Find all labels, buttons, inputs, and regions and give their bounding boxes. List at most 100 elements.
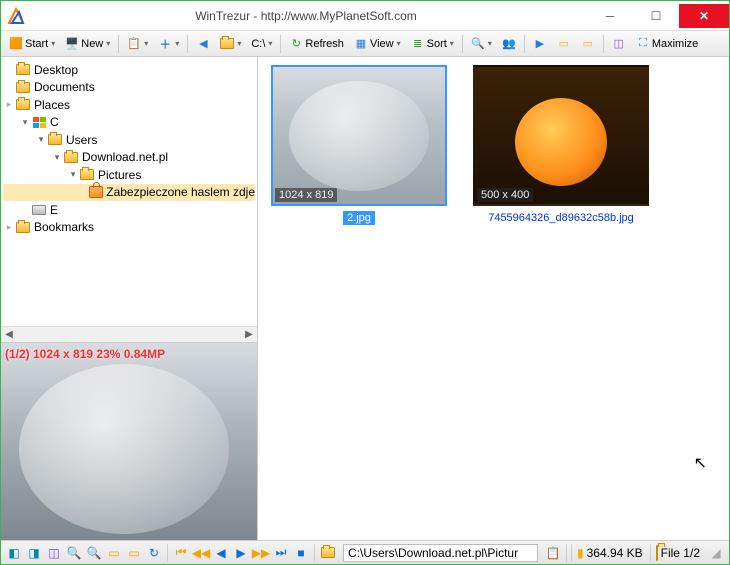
sb-fwd[interactable]: ▶	[232, 544, 250, 562]
thumbnail-image: 500 x 400	[473, 65, 649, 206]
tree-node[interactable]: ▸Places	[3, 96, 255, 114]
sb-zoom-out[interactable]: 🔍	[85, 544, 103, 562]
sb-stop[interactable]: ■	[292, 544, 310, 562]
twisty-icon[interactable]: ▾	[67, 169, 79, 180]
window: WinTrezur - http://www.MyPlanetSoft.com …	[0, 0, 730, 565]
tree-label: Documents	[34, 80, 95, 94]
thumbnail-name: 2.jpg	[343, 211, 375, 225]
tree-hscroll[interactable]: ◀ ▶	[1, 326, 257, 342]
separator	[314, 544, 315, 562]
scroll-right-icon[interactable]: ▶	[241, 327, 257, 343]
scroll-track[interactable]	[17, 329, 241, 341]
add-icon: ＋	[158, 37, 172, 51]
folder-icon	[15, 220, 31, 234]
thumbnail[interactable]: 500 x 4007455964326_d89632c58b.jpg	[468, 65, 654, 225]
drive-label: C:\	[251, 38, 265, 50]
twisty-icon[interactable]: ▾	[19, 117, 31, 128]
preview-image	[1, 343, 257, 540]
titlebar: WinTrezur - http://www.MyPlanetSoft.com	[1, 1, 729, 31]
resize-grip-icon[interactable]: ◢	[707, 544, 725, 562]
preview-overlay: (1/2) 1024 x 819 23% 0.84MP	[5, 347, 165, 361]
sb-btn3[interactable]: ◫	[45, 544, 63, 562]
tree-node[interactable]: Desktop	[3, 61, 255, 79]
sb-first[interactable]: ⏮	[172, 544, 190, 562]
manage-button[interactable]: 👥	[498, 34, 520, 54]
sb-rotate[interactable]: ↻	[145, 544, 163, 562]
path-text: C:\Users\Download.net.pl\Pictur	[348, 546, 518, 560]
thumbnail-image: 1024 x 819	[271, 65, 447, 206]
body: Desktop Documents ▸Places▾C▾Users▾Download…	[1, 57, 729, 540]
new-icon: 🖥️	[65, 37, 79, 51]
minimize-button[interactable]	[587, 4, 633, 28]
maximize-label: Maximize	[652, 38, 698, 50]
start-button[interactable]: 🟧Start▾	[5, 34, 59, 54]
folder-icon	[63, 150, 79, 164]
view-button[interactable]: ▦View▾	[350, 34, 405, 54]
tree-node[interactable]: ▾Download.net.pl	[3, 149, 255, 167]
twisty-icon[interactable]: ▾	[35, 134, 47, 145]
tree-node[interactable]: E	[3, 201, 255, 219]
thumbnail-pane[interactable]: 1024 x 819 2.jpg 500 x 4007455964326_d8963…	[258, 57, 729, 540]
window-controls	[587, 4, 729, 28]
sb-fit2[interactable]: ▭	[125, 544, 143, 562]
folder-icon	[47, 133, 63, 147]
twisty-icon[interactable]: ▸	[3, 222, 15, 233]
fullscreen2-button[interactable]: ▭	[577, 34, 599, 54]
sb-btn1[interactable]: ◧	[5, 544, 23, 562]
path-box[interactable]: C:\Users\Download.net.pl\Pictur	[343, 544, 538, 562]
up-button[interactable]: ▾	[216, 34, 245, 54]
zoom-button[interactable]: 🔍▾	[467, 34, 496, 54]
panel-button[interactable]: ◫	[608, 34, 630, 54]
folder-tree[interactable]: Desktop Documents ▸Places▾C▾Users▾Download…	[1, 57, 257, 326]
twisty-icon[interactable]: ▾	[51, 152, 63, 163]
thumbnail[interactable]: 1024 x 819 2.jpg	[266, 65, 452, 225]
tree-node[interactable]: Zabezpieczone haslem zdje	[3, 184, 255, 202]
back-icon: ◀	[196, 37, 210, 51]
sort-button[interactable]: ≣Sort▾	[407, 34, 458, 54]
sb-path-icon	[319, 544, 337, 562]
tree-node[interactable]: ▸Bookmarks	[3, 219, 255, 237]
separator	[566, 544, 567, 562]
tree-label: Zabezpieczone haslem zdje	[106, 185, 255, 199]
tree-node[interactable]: ▾C	[3, 114, 255, 132]
tree-label: Pictures	[98, 168, 141, 182]
sb-back[interactable]: ◀	[212, 544, 230, 562]
separator	[118, 35, 119, 53]
folder-icon	[79, 168, 95, 182]
drive-select[interactable]: C:\▾	[247, 34, 276, 54]
count-icon	[656, 546, 658, 560]
zoom-icon: 🔍	[471, 37, 485, 51]
new-button[interactable]: 🖥️New▾	[61, 34, 114, 54]
sb-prev[interactable]: ◀◀	[192, 544, 210, 562]
scroll-left-icon[interactable]: ◀	[1, 327, 17, 343]
maximize-button[interactable]: ⛶Maximize	[632, 34, 702, 54]
sb-next[interactable]: ▶▶	[252, 544, 270, 562]
sb-btn2[interactable]: ◨	[25, 544, 43, 562]
sb-fit[interactable]: ▭	[105, 544, 123, 562]
refresh-label: Refresh	[305, 38, 344, 50]
sb-copy-path[interactable]: 📋	[544, 544, 562, 562]
fullscreen1-button[interactable]: ▭	[553, 34, 575, 54]
count-text: File 1/2	[661, 546, 700, 560]
play-icon: ▶	[533, 37, 547, 51]
tree-node[interactable]: ▾ Pictures	[3, 166, 255, 184]
refresh-button[interactable]: ↻Refresh	[285, 34, 348, 54]
back-button[interactable]: ◀	[192, 34, 214, 54]
copy-icon: 📋	[127, 37, 141, 51]
tree-label: Desktop	[34, 63, 78, 77]
play-button[interactable]: ▶	[529, 34, 551, 54]
status-size: ▮364.94 KB	[571, 544, 648, 562]
close-button[interactable]	[679, 4, 729, 28]
view-icon: ▦	[354, 37, 368, 51]
add-button[interactable]: ＋▾	[154, 34, 183, 54]
panel-icon: ◫	[612, 37, 626, 51]
sb-last[interactable]: ⏭	[272, 544, 290, 562]
twisty-icon[interactable]: ▸	[3, 99, 15, 110]
maximize-window-button[interactable]	[633, 4, 679, 28]
sb-zoom-in[interactable]: 🔍	[65, 544, 83, 562]
start-label: Start	[25, 38, 48, 50]
screen-icon: ▭	[557, 37, 571, 51]
tree-node[interactable]: Documents	[3, 79, 255, 97]
tree-node[interactable]: ▾Users	[3, 131, 255, 149]
copy-button[interactable]: 📋▾	[123, 34, 152, 54]
